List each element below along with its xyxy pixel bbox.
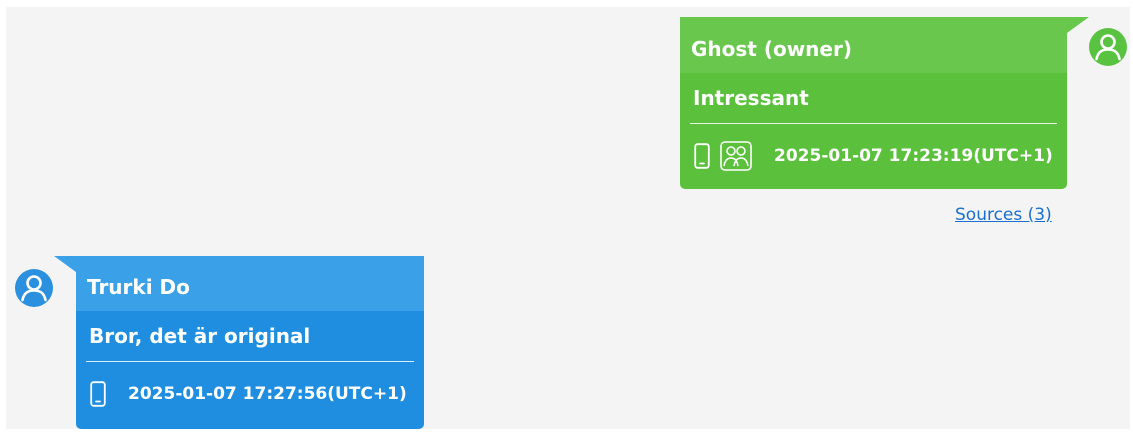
owner-avatar-icon — [1089, 28, 1127, 66]
contact-message-timestamp: 2025-01-07 17:27:56(UTC+1) — [128, 384, 407, 404]
contact-message-bubble[interactable]: Trurki Do Bror, det är original 2025-01-… — [54, 256, 424, 429]
phone-icon — [694, 143, 710, 169]
owner-message-meta: 2025-01-07 17:23:19(UTC+1) — [680, 124, 1067, 188]
contact-avatar-icon — [15, 269, 53, 307]
group-icon — [720, 141, 752, 171]
sources-link[interactable]: Sources (3) — [955, 205, 1052, 225]
contact-sender-name: Trurki Do — [76, 256, 424, 311]
owner-message-text: Intressant — [693, 86, 809, 110]
contact-message-text: Bror, det är original — [89, 324, 311, 348]
owner-message-bubble[interactable]: Ghost (owner) Intressant 2025-01-07 17:2… — [680, 17, 1089, 189]
owner-sender-name: Ghost (owner) — [680, 17, 1067, 73]
chat-panel: Ghost (owner) Intressant 2025-01-07 17:2… — [6, 7, 1130, 429]
owner-message-timestamp: 2025-01-07 17:23:19(UTC+1) — [774, 146, 1053, 166]
contact-message-meta: 2025-01-07 17:27:56(UTC+1) — [76, 362, 424, 426]
owner-bubble-tail — [1067, 17, 1089, 33]
contact-bubble-tail — [54, 256, 76, 272]
phone-icon — [90, 381, 106, 407]
